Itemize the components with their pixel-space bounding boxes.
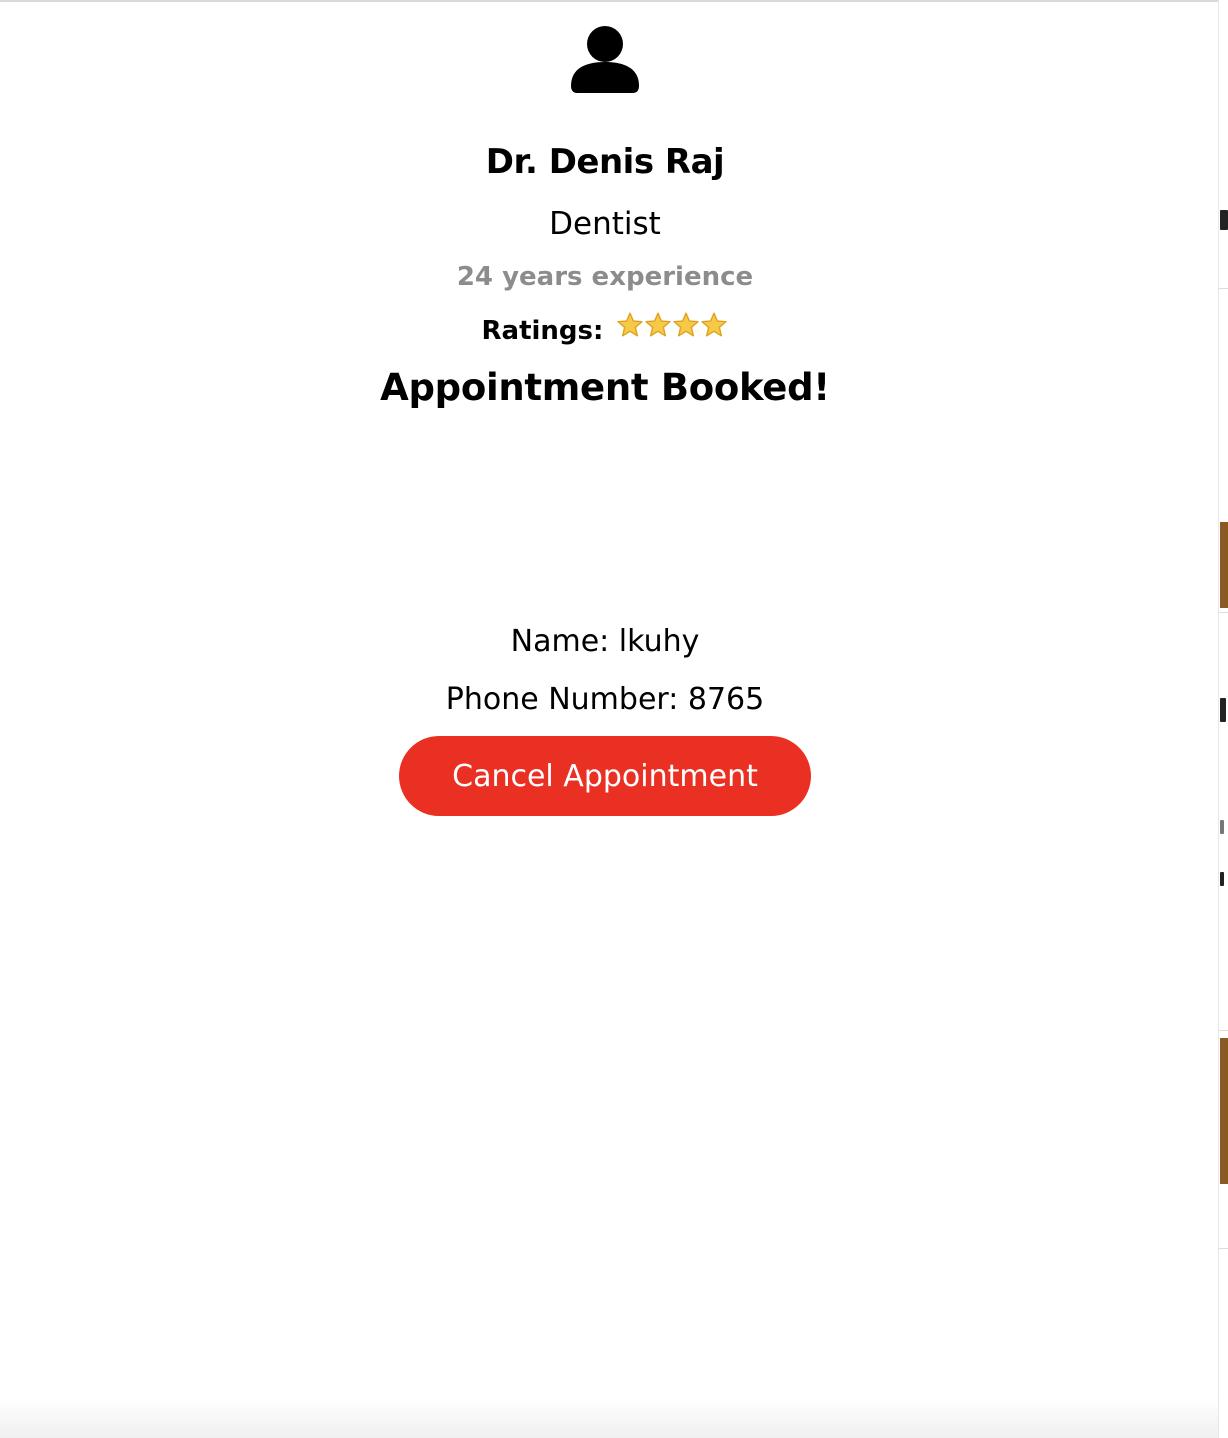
rating-stars bbox=[616, 311, 728, 346]
patient-name: Name: lkuhy bbox=[510, 624, 700, 659]
background-card bbox=[1220, 522, 1228, 608]
ratings-row: Ratings: bbox=[0, 311, 1210, 349]
cancel-appointment-button[interactable]: Cancel Appointment bbox=[399, 736, 811, 816]
background-glyph bbox=[1220, 820, 1224, 834]
user-icon bbox=[570, 24, 640, 94]
background-glyph bbox=[1220, 210, 1228, 230]
background-card bbox=[1220, 1038, 1228, 1184]
page: Dr. Denis Raj Dentist 24 years experienc… bbox=[0, 0, 1228, 1438]
background-glyph bbox=[1220, 698, 1226, 722]
background-divider bbox=[1219, 612, 1228, 613]
doctor-name: Dr. Denis Raj bbox=[485, 142, 725, 182]
doctor-speciality: Dentist bbox=[549, 206, 661, 242]
patient-phone: Phone Number: 8765 bbox=[445, 682, 765, 717]
background-divider bbox=[1219, 288, 1228, 289]
background-divider bbox=[1219, 1030, 1228, 1031]
background-divider bbox=[1219, 1248, 1228, 1249]
appointment-status: Appointment Booked! bbox=[380, 366, 830, 409]
bottom-fade bbox=[0, 1398, 1218, 1438]
star-icon bbox=[645, 312, 672, 337]
ratings-label: Ratings: bbox=[481, 316, 604, 346]
background-page-edge bbox=[1218, 0, 1228, 1438]
appointment-modal: Dr. Denis Raj Dentist 24 years experienc… bbox=[0, 0, 1210, 1438]
star-icon bbox=[617, 312, 644, 337]
doctor-experience: 24 years experience bbox=[456, 262, 754, 292]
star-icon bbox=[673, 312, 700, 337]
star-icon bbox=[701, 312, 728, 337]
background-glyph bbox=[1220, 872, 1224, 886]
